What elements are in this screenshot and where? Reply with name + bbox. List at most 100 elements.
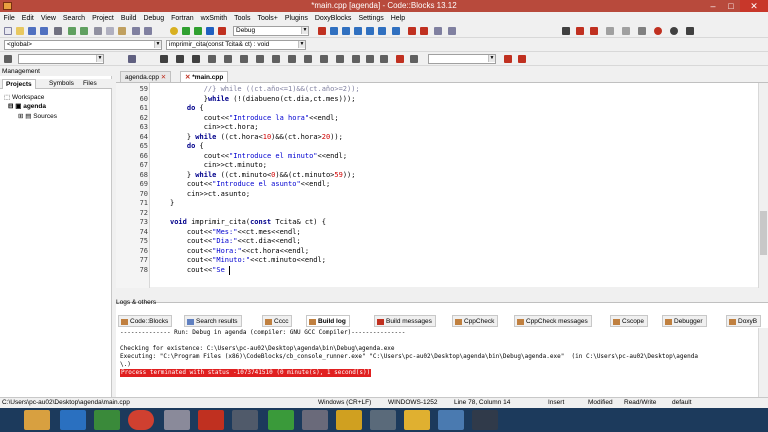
tree-project[interactable]: ⊟ ▣ agenda: [8, 102, 46, 110]
editor-scrollbar[interactable]: [758, 83, 768, 288]
maximize-button[interactable]: □: [722, 0, 740, 12]
tab-debugger[interactable]: Debugger: [662, 315, 707, 327]
code-line[interactable]: cout<<"Se: [170, 266, 225, 276]
debug-continue-icon[interactable]: [318, 27, 326, 35]
run-to-cursor-icon[interactable]: [330, 27, 338, 35]
run-icon[interactable]: [182, 27, 190, 35]
code-line[interactable]: void imprimir_cita(const Tcita& ct) {: [170, 218, 326, 228]
menu-file[interactable]: File: [0, 15, 18, 22]
close-button[interactable]: ✕: [740, 0, 768, 12]
bold-icon[interactable]: [160, 55, 168, 63]
tab-build-messages[interactable]: Build messages: [374, 315, 436, 327]
function-select[interactable]: imprimir_cita(const Tcita& ct) : void ▼: [166, 40, 306, 50]
next-line-icon[interactable]: [342, 27, 350, 35]
spell-check-icon[interactable]: [396, 55, 404, 63]
format-code-icon[interactable]: [410, 55, 418, 63]
stop-debugger-icon[interactable]: [420, 27, 428, 35]
code-line[interactable]: cout<<"Hora:"<<ct.hora<<endl;: [170, 247, 309, 257]
jump-forward-icon[interactable]: [576, 27, 584, 35]
copy-icon[interactable]: [106, 27, 114, 35]
redo-icon[interactable]: [80, 27, 88, 35]
minimize-button[interactable]: –: [704, 0, 722, 12]
menu-view[interactable]: View: [37, 15, 59, 22]
open-icon[interactable]: [16, 27, 24, 35]
tree-workspace[interactable]: ⬚ Workspace: [4, 93, 44, 101]
underline-icon[interactable]: [192, 55, 200, 63]
step-out-icon[interactable]: [366, 27, 374, 35]
app-icon[interactable]: [336, 410, 362, 430]
menu-search[interactable]: Search: [59, 15, 88, 22]
indent-icon[interactable]: [240, 55, 248, 63]
breakpoint-icon[interactable]: [654, 27, 662, 35]
debug-info-icon[interactable]: [448, 27, 456, 35]
tab-main-cpp[interactable]: ✕ *main.cpp: [180, 71, 229, 82]
outdent-icon[interactable]: [256, 55, 264, 63]
app-icon[interactable]: [370, 410, 396, 430]
build-target-select[interactable]: Debug ▼: [233, 26, 309, 36]
code-line[interactable]: //} while ((ct.año<=1)&&(ct.año>=2));: [170, 85, 360, 95]
paste-icon[interactable]: [118, 27, 126, 35]
code-line[interactable]: do {: [170, 142, 204, 152]
tab-search-results[interactable]: Search results: [184, 315, 242, 327]
toggle-bookmark-icon[interactable]: [606, 27, 614, 35]
jump-back-icon[interactable]: [562, 27, 570, 35]
new-file-icon[interactable]: [4, 27, 12, 35]
tab-doxyblocks[interactable]: DoxyB: [726, 315, 762, 327]
options-icon[interactable]: [622, 27, 630, 35]
tab-cppcheck[interactable]: CppCheck: [452, 315, 499, 327]
zoom-in-icon[interactable]: [336, 55, 344, 63]
menu-project[interactable]: Project: [89, 15, 118, 22]
dot-icon[interactable]: [670, 27, 678, 35]
wrench-icon[interactable]: [638, 27, 646, 35]
code-line[interactable]: }while (!(diabueno(ct.dia,ct.mes)));: [170, 95, 356, 105]
code-line[interactable]: cin>>ct.minuto;: [170, 161, 267, 171]
menu-wxsmith[interactable]: wxSmith: [197, 15, 230, 22]
format-icon[interactable]: [128, 55, 136, 63]
abort-icon[interactable]: [218, 27, 226, 35]
code-line[interactable]: } while ((ct.minuto<0)&&(ct.minuto>59));: [170, 171, 356, 181]
comment-icon[interactable]: [272, 55, 280, 63]
last-jump-icon[interactable]: [590, 27, 598, 35]
menu-doxyblocks[interactable]: DoxyBlocks: [311, 15, 355, 22]
code-line[interactable]: cout<<"Mes:"<<ct.mes<<endl;: [170, 228, 301, 238]
chrome-icon[interactable]: [128, 410, 154, 430]
filezilla-icon[interactable]: [198, 410, 224, 430]
menu-tools[interactable]: Tools: [231, 15, 254, 22]
save-all-icon[interactable]: [40, 27, 48, 35]
menu-edit[interactable]: Edit: [18, 15, 37, 22]
code-line[interactable]: } while ((ct.hora<10)&&(ct.hora>20));: [170, 133, 343, 143]
code-line[interactable]: do {: [170, 104, 204, 114]
code-line[interactable]: cin>>ct.asunto;: [170, 190, 250, 200]
menu-fortran[interactable]: Fortran: [168, 15, 198, 22]
zoom-out-icon[interactable]: [320, 55, 328, 63]
tab-projects[interactable]: Projects: [2, 79, 36, 89]
stop-icon[interactable]: [686, 27, 694, 35]
cut-icon[interactable]: [94, 27, 102, 35]
menu-help[interactable]: Help: [387, 15, 408, 22]
save-icon[interactable]: [28, 27, 36, 35]
app-icon[interactable]: [302, 410, 328, 430]
app-icon[interactable]: [438, 410, 464, 430]
close-tab-icon[interactable]: ✕: [161, 74, 166, 81]
app-icon[interactable]: [164, 410, 190, 430]
undo-icon[interactable]: [68, 27, 76, 35]
codeblocks-task-icon[interactable]: [404, 410, 430, 430]
menu-debug[interactable]: Debug: [140, 15, 168, 22]
print-icon[interactable]: [54, 27, 62, 35]
code-line[interactable]: cout<<"Minuto:"<<ct.minuto<<endl;: [170, 256, 326, 266]
tab-build-log[interactable]: Build log: [306, 315, 350, 327]
uncomment-icon[interactable]: [288, 55, 296, 63]
pause-icon[interactable]: [408, 27, 416, 35]
tab-cccc[interactable]: Cccc: [262, 315, 293, 327]
menu-build[interactable]: Build: [117, 15, 140, 22]
tab-codeblocks-log[interactable]: Code::Blocks: [118, 315, 173, 327]
magnify-plus-icon[interactable]: [380, 55, 388, 63]
run-tool-icon[interactable]: [504, 55, 512, 63]
code-line[interactable]: cin>>ct.hora;: [170, 123, 259, 133]
italic-icon[interactable]: [176, 55, 184, 63]
code-line[interactable]: }: [170, 199, 174, 209]
logs-scrollbar[interactable]: [758, 328, 768, 398]
tab-agenda-cpp[interactable]: agenda.cpp ✕: [120, 71, 172, 82]
code-editor[interactable]: 59 60 61 62 63 64 65 66 67 68 69 70 71 72 73 74 75 76 77 78…: [116, 82, 768, 288]
align-icon[interactable]: [208, 55, 216, 63]
